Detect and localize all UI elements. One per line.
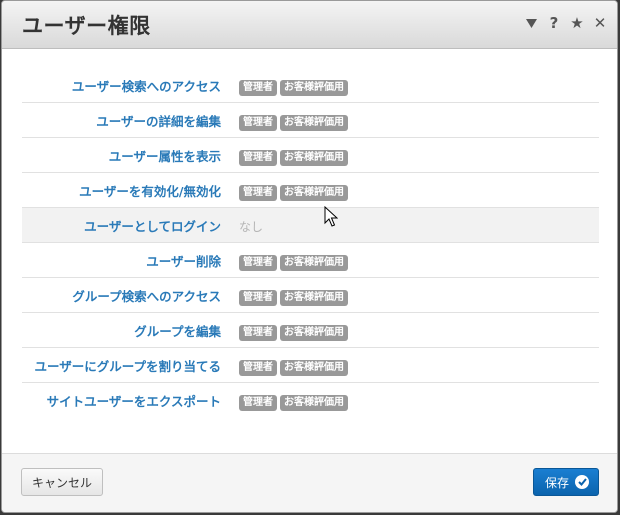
user-permissions-dialog: ユーザー権限 ? ★ ✕ ユーザー検索へのアクセス 管理者 お客様評価用 ユーザーの詳… xyxy=(1,0,618,513)
permission-label: グループ検索へのアクセス xyxy=(72,289,221,304)
role-tag: お客様評価用 xyxy=(280,395,348,411)
role-tag: 管理者 xyxy=(239,325,277,341)
role-tag: 管理者 xyxy=(239,395,277,411)
save-label: 保存 xyxy=(544,475,569,490)
role-tag: お客様評価用 xyxy=(280,115,348,131)
cancel-button[interactable]: キャンセル xyxy=(21,468,104,496)
role-tag: 管理者 xyxy=(239,115,277,131)
permission-row: ユーザーとしてログイン なし xyxy=(22,208,599,243)
permission-label: ユーザーとしてログイン xyxy=(84,219,221,234)
chevron-down-icon[interactable] xyxy=(524,15,538,31)
role-tag: 管理者 xyxy=(239,255,277,271)
role-tags: 管理者 お客様評価用 xyxy=(239,115,348,131)
header-icons: ? ★ ✕ xyxy=(524,14,607,32)
permission-label: ユーザー検索へのアクセス xyxy=(71,79,221,94)
role-tags: 管理者 お客様評価用 xyxy=(239,395,348,411)
role-tag: 管理者 xyxy=(239,290,277,306)
role-tags: 管理者 お客様評価用 xyxy=(239,255,348,271)
help-icon[interactable]: ? xyxy=(547,14,561,32)
permission-label: ユーザー属性を表示 xyxy=(108,149,221,164)
role-tag: 管理者 xyxy=(239,150,277,166)
dialog-title: ユーザー権限 xyxy=(22,14,151,38)
permission-row: グループを編集 管理者 お客様評価用 xyxy=(22,313,599,348)
permission-row: ユーザー属性を表示 管理者 お客様評価用 xyxy=(22,138,599,173)
permission-label: サイトユーザーをエクスポート xyxy=(46,394,221,409)
role-tag: お客様評価用 xyxy=(280,290,348,306)
role-tag: お客様評価用 xyxy=(280,360,348,376)
role-tags: 管理者 お客様評価用 xyxy=(239,80,348,96)
permission-row: ユーザーを有効化/無効化 管理者 お客様評価用 xyxy=(22,173,599,208)
role-tags: 管理者 お客様評価用 xyxy=(239,290,348,306)
role-tag: 管理者 xyxy=(239,80,277,96)
role-tag: お客様評価用 xyxy=(280,325,348,341)
no-roles-text: なし xyxy=(239,220,264,234)
mouse-cursor-icon xyxy=(324,205,339,232)
permission-label: ユーザーの詳細を編集 xyxy=(96,114,221,129)
dialog-footer: キャンセル 保存 xyxy=(2,453,617,512)
permission-label: ユーザー削除 xyxy=(146,254,221,269)
permissions-list: ユーザー検索へのアクセス 管理者 お客様評価用 ユーザーの詳細を編集 管理者 お客様評価用… xyxy=(22,68,599,417)
permission-row: グループ検索へのアクセス 管理者 お客様評価用 xyxy=(22,278,599,313)
role-tag: お客様評価用 xyxy=(280,255,348,271)
close-icon[interactable]: ✕ xyxy=(593,14,607,32)
check-icon xyxy=(575,475,589,489)
role-tags: 管理者 お客様評価用 xyxy=(239,150,348,166)
role-tag: お客様評価用 xyxy=(280,185,348,201)
role-tags: 管理者 お客様評価用 xyxy=(239,185,348,201)
role-tag: 管理者 xyxy=(239,360,277,376)
role-tags: 管理者 お客様評価用 xyxy=(239,360,348,376)
star-icon[interactable]: ★ xyxy=(570,14,584,32)
permission-label: グループを編集 xyxy=(134,324,221,339)
permission-label: ユーザーを有効化/無効化 xyxy=(79,184,221,199)
role-tag: お客様評価用 xyxy=(280,80,348,96)
save-button[interactable]: 保存 xyxy=(532,468,599,496)
permission-row: ユーザーの詳細を編集 管理者 お客様評価用 xyxy=(22,103,599,138)
role-tags: 管理者 お客様評価用 xyxy=(239,325,348,341)
permission-row: ユーザーにグループを割り当てる 管理者 お客様評価用 xyxy=(22,348,599,383)
permission-label: ユーザーにグループを割り当てる xyxy=(34,359,221,374)
role-tag: 管理者 xyxy=(239,185,277,201)
permission-row: ユーザー削除 管理者 お客様評価用 xyxy=(22,243,599,278)
permission-row: ユーザー検索へのアクセス 管理者 お客様評価用 xyxy=(22,68,599,103)
role-tag: お客様評価用 xyxy=(280,150,348,166)
permission-row: サイトユーザーをエクスポート 管理者 お客様評価用 xyxy=(22,383,599,417)
dialog-header: ユーザー権限 ? ★ ✕ xyxy=(2,1,617,49)
